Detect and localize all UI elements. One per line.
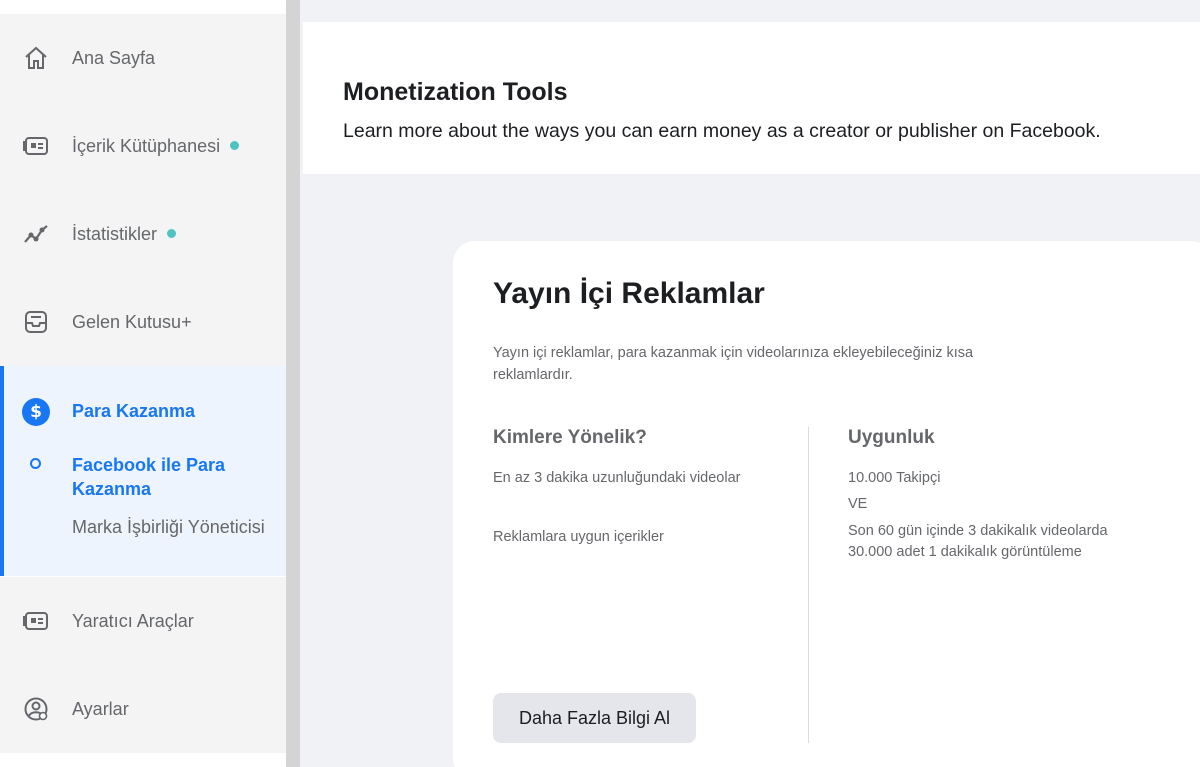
sidebar-item-monetization[interactable]: Para Kazanma — [72, 401, 195, 422]
notification-dot — [167, 228, 177, 238]
sidebar-item-label: Yaratıcı Araçlar — [72, 611, 194, 631]
active-indicator — [0, 366, 4, 576]
sidebar-item-creative-tools[interactable]: Yaratıcı Araçlar — [0, 577, 286, 665]
sidebar: Ana Sayfa İçerik Kütüphanesi İstatistikl… — [0, 0, 300, 767]
inbox-icon — [22, 308, 50, 336]
page-subtitle: Learn more about the ways you can earn m… — [343, 120, 1101, 142]
insights-icon — [22, 220, 50, 248]
eligibility-item: Son 60 gün içinde 3 dakikalık videolarda… — [848, 523, 1108, 560]
page-title: Monetization Tools — [343, 78, 568, 106]
who-for-item: Reklamlara uygun içerikler — [493, 529, 664, 545]
learn-more-button[interactable]: Daha Fazla Bilgi Al — [493, 693, 696, 743]
notification-dot — [230, 140, 240, 150]
sidebar-item-inbox[interactable]: Gelen Kutusu+ — [0, 278, 286, 366]
circle-icon — [30, 458, 41, 469]
sidebar-item-home[interactable]: Ana Sayfa — [0, 14, 286, 102]
sidebar-subitem-brand-collabs[interactable]: Marka İşbirliği Yöneticisi — [72, 517, 265, 538]
dollar-icon: $ — [22, 398, 50, 426]
card-title: Yayın İçi Reklamlar — [493, 277, 765, 310]
sidebar-item-label-wrap: İçerik Kütüphanesi — [72, 136, 240, 157]
content-library-icon — [22, 132, 50, 160]
instream-ads-card: Yayın İçi Reklamlar Yayın içi reklamlar,… — [453, 241, 1200, 767]
sidebar-item-label: Ana Sayfa — [72, 48, 156, 68]
who-for-item: En az 3 dakika uzunluğundaki videolar — [493, 470, 741, 486]
column-divider — [808, 427, 809, 743]
who-for-heading: Kimlere Yönelik? — [493, 427, 647, 448]
card-description: Yayın içi reklamlar, para kazanmak için … — [493, 345, 974, 383]
sidebar-scrollbar[interactable] — [286, 0, 300, 767]
eligibility-heading: Uygunluk — [848, 427, 935, 448]
sidebar-item-label-wrap: İstatistikler — [72, 224, 177, 245]
sidebar-item-label: Gelen Kutusu+ — [72, 312, 192, 332]
eligibility-item: VE — [848, 496, 868, 512]
settings-icon — [22, 695, 50, 723]
sidebar-item-settings[interactable]: Ayarlar — [0, 665, 286, 753]
sidebar-item-label: Ayarlar — [72, 699, 129, 719]
sidebar-item-label: İçerik Kütüphanesi — [72, 136, 221, 156]
page-header: Monetization Tools Learn more about the … — [303, 22, 1200, 174]
sidebar-item-label: İstatistikler — [72, 224, 158, 244]
home-icon — [22, 44, 50, 72]
eligibility-item: 10.000 Takipçi — [848, 470, 941, 486]
sidebar-item-content-library[interactable]: İçerik Kütüphanesi — [0, 102, 286, 190]
sidebar-item-insights[interactable]: İstatistikler — [0, 190, 286, 278]
creative-tools-icon — [22, 607, 50, 635]
sidebar-subitem-facebook-monetization[interactable]: Facebook ile Para Kazanma — [72, 453, 272, 501]
